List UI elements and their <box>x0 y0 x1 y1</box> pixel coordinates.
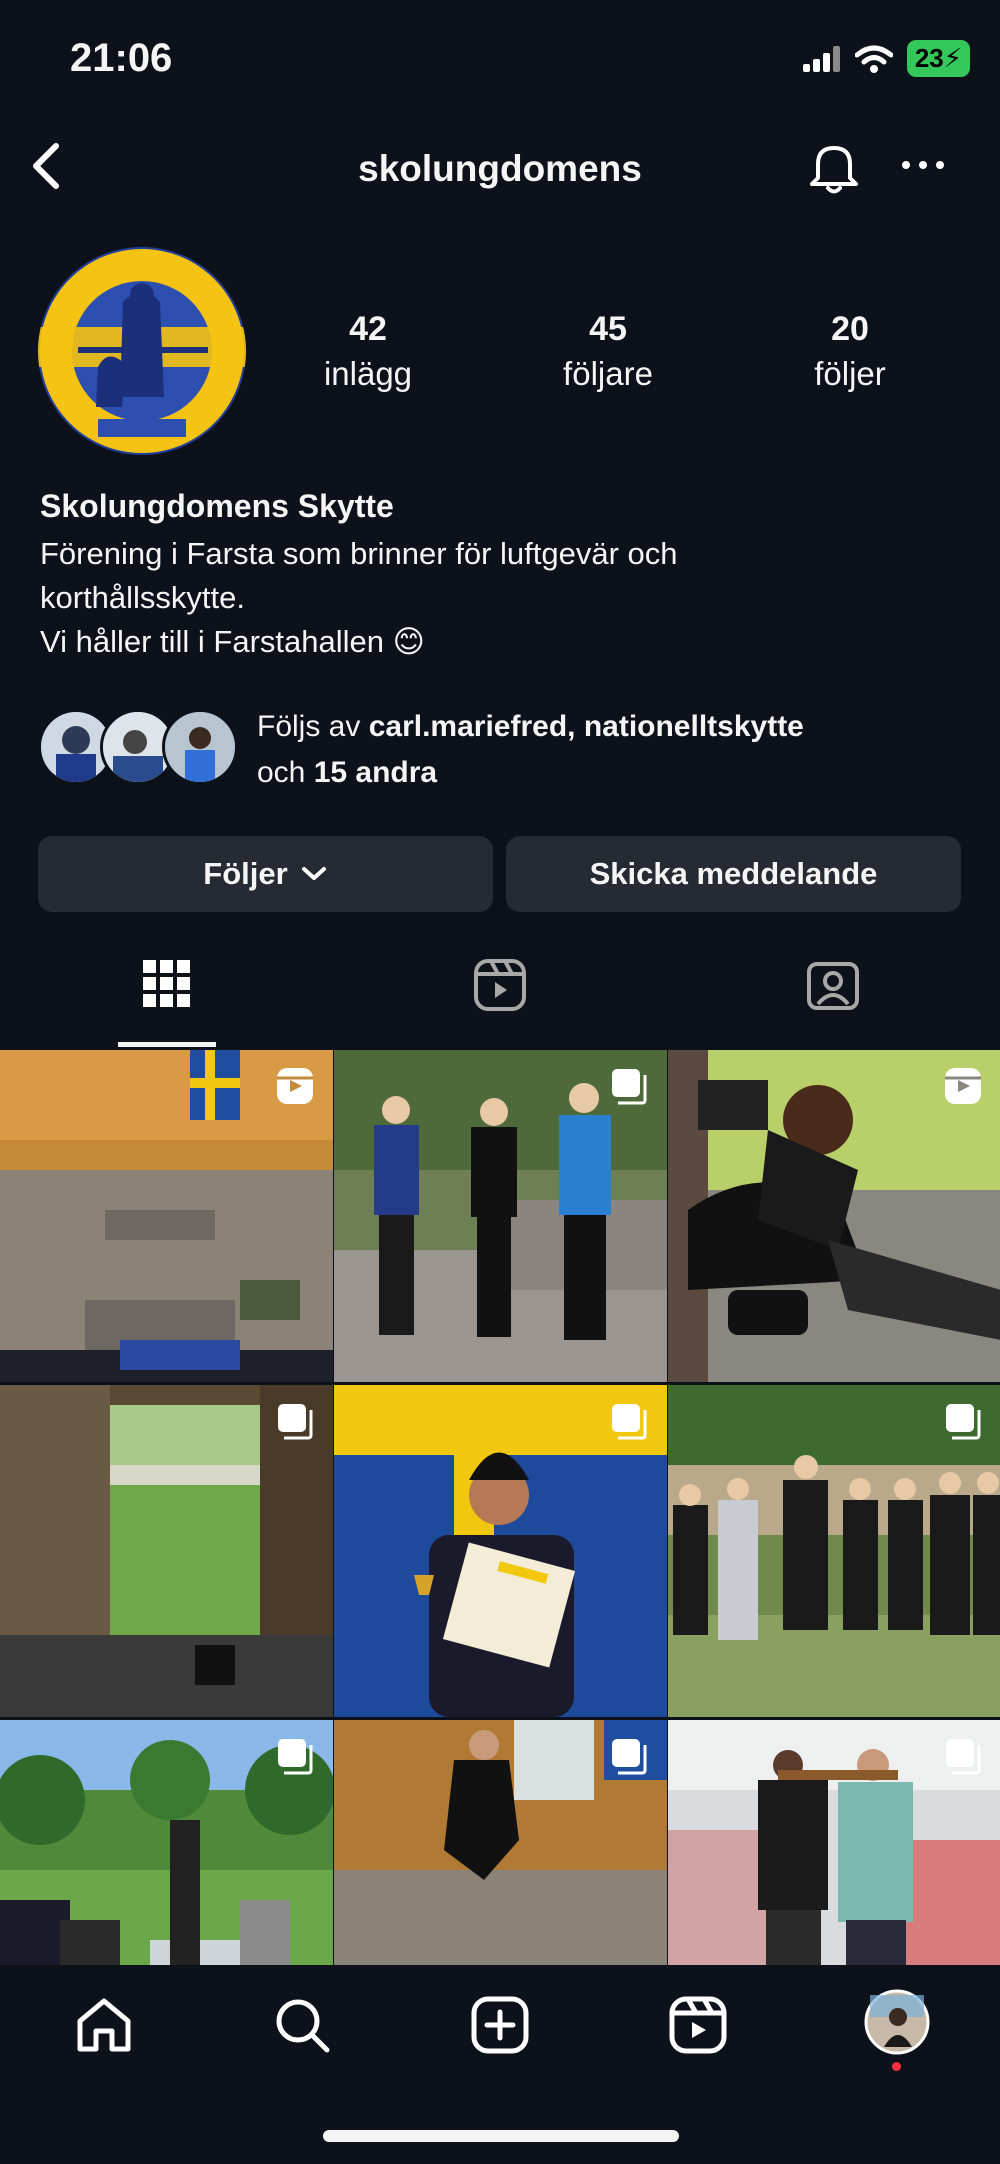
chevron-down-icon <box>301 867 326 880</box>
stat-followers-value: 45 <box>589 310 627 348</box>
notification-dot <box>892 2062 901 2071</box>
following-button[interactable]: Följer <box>38 836 493 912</box>
profile-avatar-icon <box>864 1989 930 2055</box>
nav-create[interactable] <box>470 1995 530 2060</box>
post-thumbnail[interactable] <box>668 1050 1000 1382</box>
follower-photo <box>165 712 235 782</box>
followed-by-and: och <box>257 756 314 789</box>
followed-by-text[interactable]: Följs av carl.mariefred, nationelltskytt… <box>257 704 977 796</box>
grid-icon <box>142 960 190 1007</box>
nav-reels[interactable] <box>668 1995 728 2060</box>
tab-tagged[interactable] <box>666 958 999 1048</box>
following-button-label: Följer <box>203 856 288 891</box>
posts-grid <box>0 1050 1000 2052</box>
carousel-badge-icon <box>946 1739 981 1775</box>
search-icon <box>276 1999 330 2053</box>
club-logo <box>38 249 246 453</box>
status-time: 21:06 <box>70 36 173 80</box>
reel-badge-icon <box>945 1068 981 1104</box>
tab-reels[interactable] <box>333 958 666 1048</box>
carousel-badge-icon <box>612 1404 647 1440</box>
profile-display-name: Skolungdomens Skytte <box>40 488 394 524</box>
message-button[interactable]: Skicka meddelande <box>506 836 961 912</box>
carousel-badge-icon <box>278 1404 313 1440</box>
post-thumbnail[interactable] <box>334 1050 667 1382</box>
more-horizontal-icon <box>902 161 944 169</box>
home-indicator <box>323 2130 679 2142</box>
stat-posts-value: 42 <box>349 310 387 348</box>
stat-following-label: följer <box>814 355 886 392</box>
battery-level: 23 <box>914 43 944 73</box>
reel-badge-icon <box>277 1068 313 1104</box>
profile-bio: Skolungdomens Skytte Förening i Farsta s… <box>40 484 970 664</box>
carousel-badge-icon <box>612 1739 647 1775</box>
followed-by-prefix: Följs av <box>257 710 369 743</box>
nav-profile[interactable] <box>864 1989 930 2060</box>
post-thumbnail[interactable] <box>0 1385 333 1717</box>
create-icon <box>471 1996 529 2054</box>
bio-line: Förening i Farsta som brinner för luftge… <box>40 536 678 571</box>
signal-icon <box>802 45 840 72</box>
status-icons: 23⚡ <box>802 40 970 77</box>
nav-home[interactable] <box>74 1995 134 2060</box>
reels-icon <box>669 1996 727 2054</box>
stat-followers[interactable]: 45 följare <box>508 310 708 393</box>
tab-posts-grid[interactable] <box>0 958 333 1048</box>
stat-following[interactable]: 20 följer <box>750 310 950 393</box>
charging-icon: ⚡ <box>943 43 962 73</box>
bio-line: korthållsskytte. <box>40 580 246 615</box>
bell-icon <box>810 146 858 194</box>
stat-following-value: 20 <box>831 310 869 348</box>
stat-followers-label: följare <box>563 355 653 392</box>
nav-search[interactable] <box>272 1995 332 2060</box>
followed-by-others[interactable]: 15 andra <box>314 756 437 789</box>
stat-posts[interactable]: 42 inlägg <box>268 310 468 393</box>
post-thumbnail[interactable] <box>334 1385 667 1717</box>
post-thumbnail[interactable] <box>668 1385 1000 1717</box>
tagged-icon <box>806 962 859 1010</box>
home-icon <box>77 1998 131 2052</box>
followed-by-accounts[interactable]: carl.mariefred, nationelltskytte <box>369 710 804 743</box>
battery-indicator: 23⚡ <box>906 40 970 77</box>
carousel-badge-icon <box>278 1739 313 1775</box>
bio-line: Vi håller till i Farstahallen 😊 <box>40 624 425 659</box>
carousel-badge-icon <box>612 1069 647 1105</box>
active-tab-indicator <box>118 1042 216 1047</box>
profile-avatar[interactable] <box>38 247 246 455</box>
reels-icon <box>473 959 526 1011</box>
notifications-button[interactable] <box>806 138 862 201</box>
post-thumbnail[interactable] <box>0 1050 333 1382</box>
wifi-icon <box>854 45 893 73</box>
stat-posts-label: inlägg <box>323 355 413 392</box>
carousel-badge-icon <box>946 1404 981 1440</box>
more-options-button[interactable] <box>900 158 946 177</box>
message-button-label: Skicka meddelande <box>589 856 878 891</box>
follower-avatar[interactable] <box>162 709 238 785</box>
